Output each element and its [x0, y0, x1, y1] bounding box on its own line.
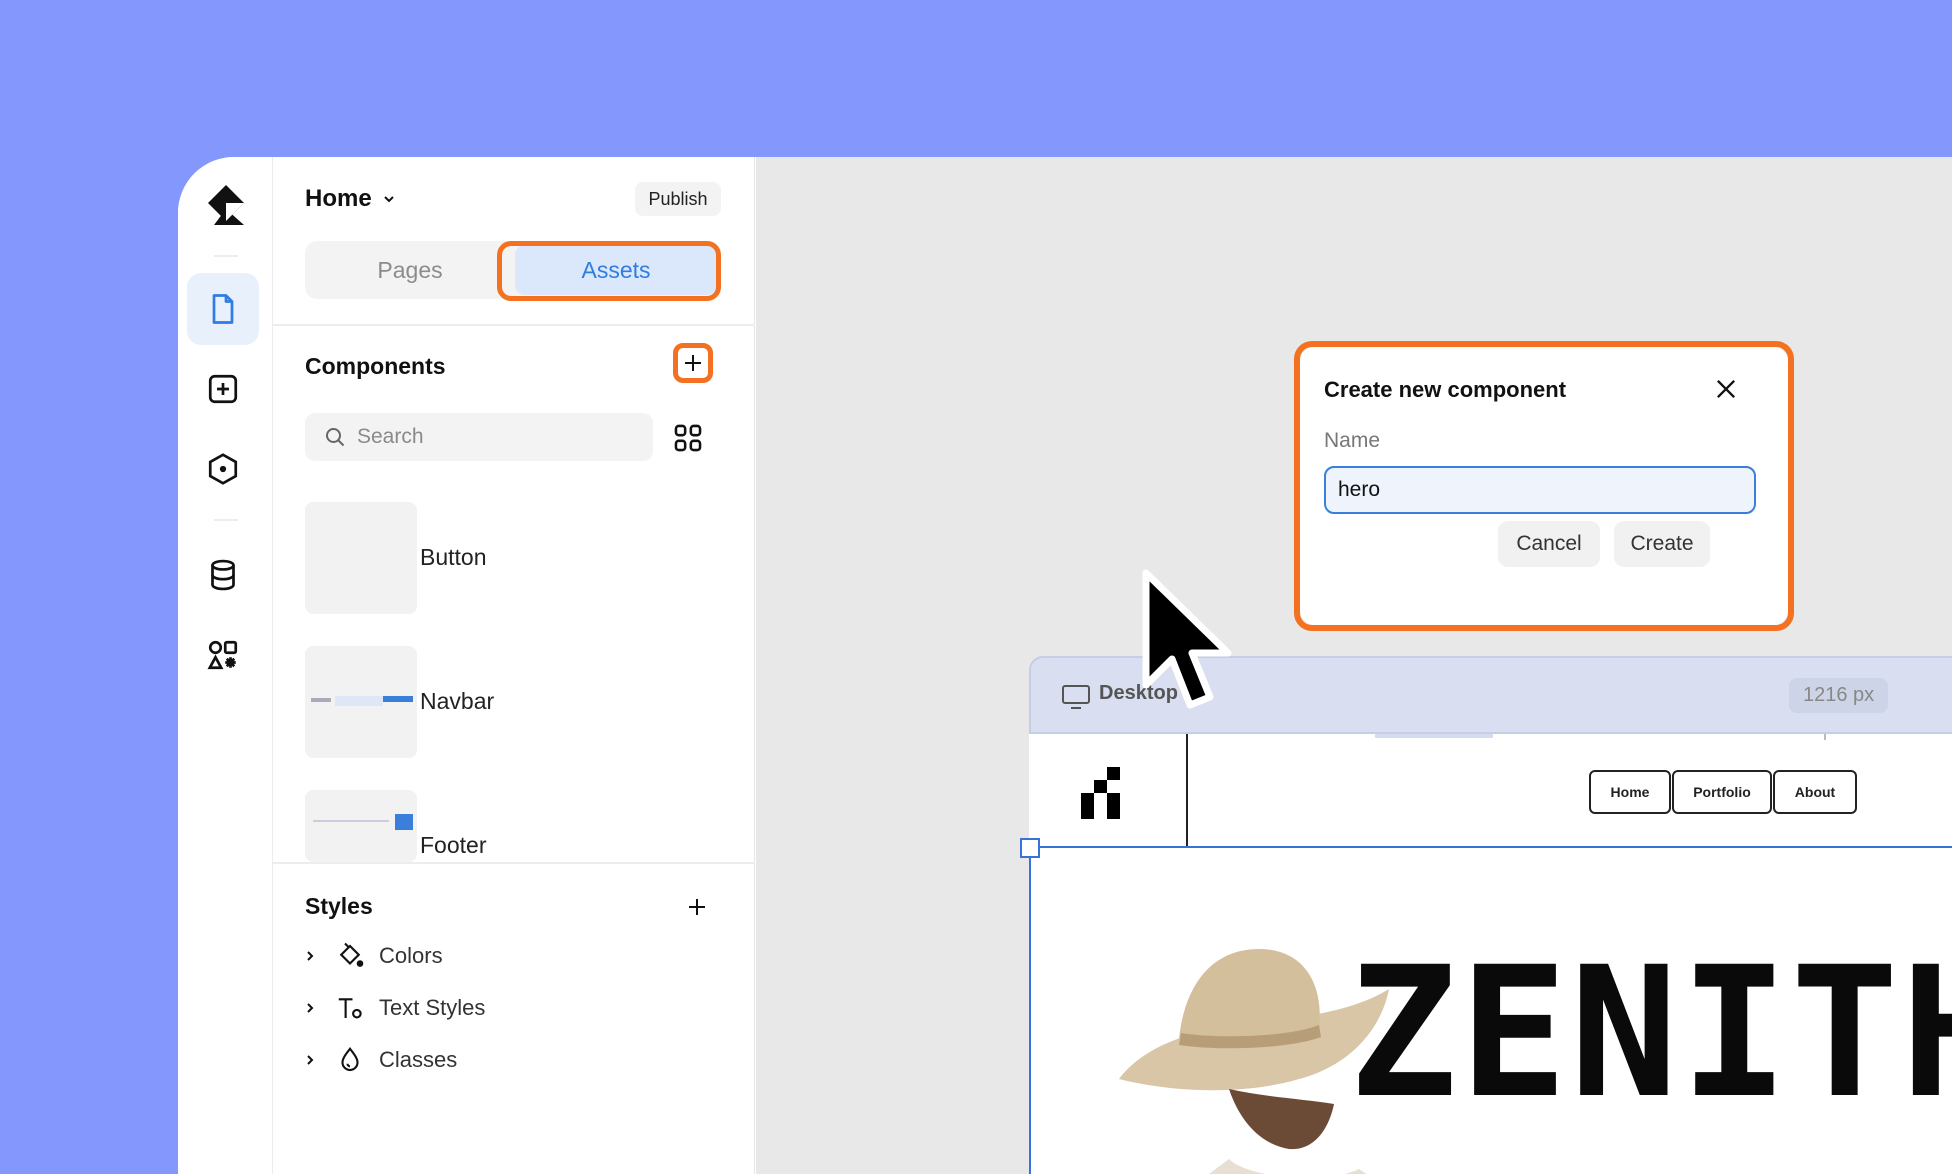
add-element-button[interactable] [187, 353, 259, 425]
styles-title: Styles [305, 893, 373, 919]
component-thumbnail-button[interactable] [305, 502, 417, 614]
site-nav: Home Portfolio About [1589, 770, 1858, 814]
components-title: Components [305, 353, 446, 379]
nav-link-home[interactable]: Home [1589, 770, 1671, 814]
database-button[interactable] [187, 539, 259, 611]
search-placeholder: Search [357, 425, 424, 448]
plus-icon [689, 899, 705, 915]
panel-divider [273, 862, 755, 864]
grid-view-icon[interactable] [671, 421, 705, 455]
monitor-icon [1062, 685, 1090, 709]
app-logo-icon [208, 185, 244, 225]
database-icon [211, 559, 235, 591]
create-button[interactable]: Create [1614, 521, 1710, 567]
component-name-input[interactable] [1324, 466, 1756, 514]
selection-outline [1029, 846, 1031, 1174]
editor-window: Home Publish Pages Assets Components Sea… [178, 157, 1952, 1174]
component-label[interactable]: Footer [420, 832, 486, 859]
chevron-down-icon [383, 196, 394, 203]
paint-bucket-icon [339, 942, 364, 967]
rail-divider [214, 519, 238, 521]
create-component-dialog: Create new component Name Cancel Create [1300, 347, 1788, 625]
hexagon-icon [208, 453, 238, 485]
style-row-colors[interactable]: Colors [303, 939, 443, 973]
drop-icon [341, 1046, 359, 1071]
chevron-right-icon [307, 951, 314, 961]
selection-handle[interactable] [1020, 838, 1040, 858]
nav-link-about[interactable]: About [1773, 770, 1857, 814]
component-thumbnail-navbar[interactable] [305, 646, 417, 758]
design-canvas[interactable]: Desktop 1216 px Home Portfolio About ZEN… [756, 157, 1952, 1174]
icon-rail [178, 157, 273, 1174]
dialog-title: Create new component [1324, 377, 1567, 402]
name-label: Name [1324, 429, 1381, 452]
page-name: Home [305, 185, 372, 212]
tab-pages[interactable]: Pages [309, 245, 511, 295]
thumb-detail [311, 698, 331, 702]
frame-page[interactable]: Home Portfolio About ZENITH [1020, 734, 1952, 1174]
mouse-cursor-icon [1142, 569, 1232, 709]
pages-assets-button[interactable] [187, 273, 259, 345]
component-label[interactable]: Button [420, 544, 487, 571]
text-style-icon [338, 998, 362, 1019]
thumb-detail [313, 820, 389, 822]
selection-outline [1029, 846, 1952, 848]
thumb-detail [383, 696, 413, 702]
add-style-button[interactable] [677, 887, 717, 927]
frame-width-badge: 1216 px [1789, 678, 1889, 713]
frame-top-indicator [1375, 734, 1493, 738]
component-thumbnail-footer[interactable] [305, 790, 417, 862]
page-selector[interactable]: Home [305, 185, 396, 213]
thumb-detail [395, 814, 413, 830]
component-label[interactable]: Navbar [420, 688, 494, 715]
style-row-text-styles[interactable]: Text Styles [303, 991, 485, 1025]
file-icon [212, 294, 234, 324]
style-label: Colors [379, 943, 443, 968]
search-icon [326, 428, 345, 447]
plus-icon [685, 355, 701, 371]
apps-button[interactable] [187, 619, 259, 691]
panel-tabs: Pages Assets [305, 241, 721, 301]
plus-square-icon [208, 374, 238, 404]
add-component-button[interactable] [673, 343, 713, 383]
nav-link-portfolio[interactable]: Portfolio [1672, 770, 1772, 814]
cancel-button[interactable]: Cancel [1498, 521, 1600, 567]
rail-divider [214, 255, 238, 257]
thumb-detail [335, 696, 383, 706]
chevron-right-icon [307, 1003, 314, 1013]
nav-divider [1186, 734, 1188, 846]
publish-button[interactable]: Publish [635, 182, 721, 216]
close-icon[interactable] [1712, 375, 1740, 403]
panel-divider [273, 324, 755, 326]
assets-tab-highlight [497, 241, 721, 301]
style-label: Text Styles [379, 995, 486, 1020]
style-label: Classes [379, 1047, 458, 1072]
style-row-classes[interactable]: Classes [303, 1043, 457, 1077]
assets-panel: Home Publish Pages Assets Components Sea… [273, 157, 755, 1174]
shapes-icon [207, 640, 238, 670]
hero-heading: ZENITH [1349, 929, 1952, 1138]
chevron-right-icon [307, 1055, 314, 1065]
site-logo-icon [1081, 767, 1120, 819]
component-search[interactable]: Search [305, 413, 653, 461]
frame-tick [1824, 734, 1826, 740]
components-button[interactable] [187, 433, 259, 505]
